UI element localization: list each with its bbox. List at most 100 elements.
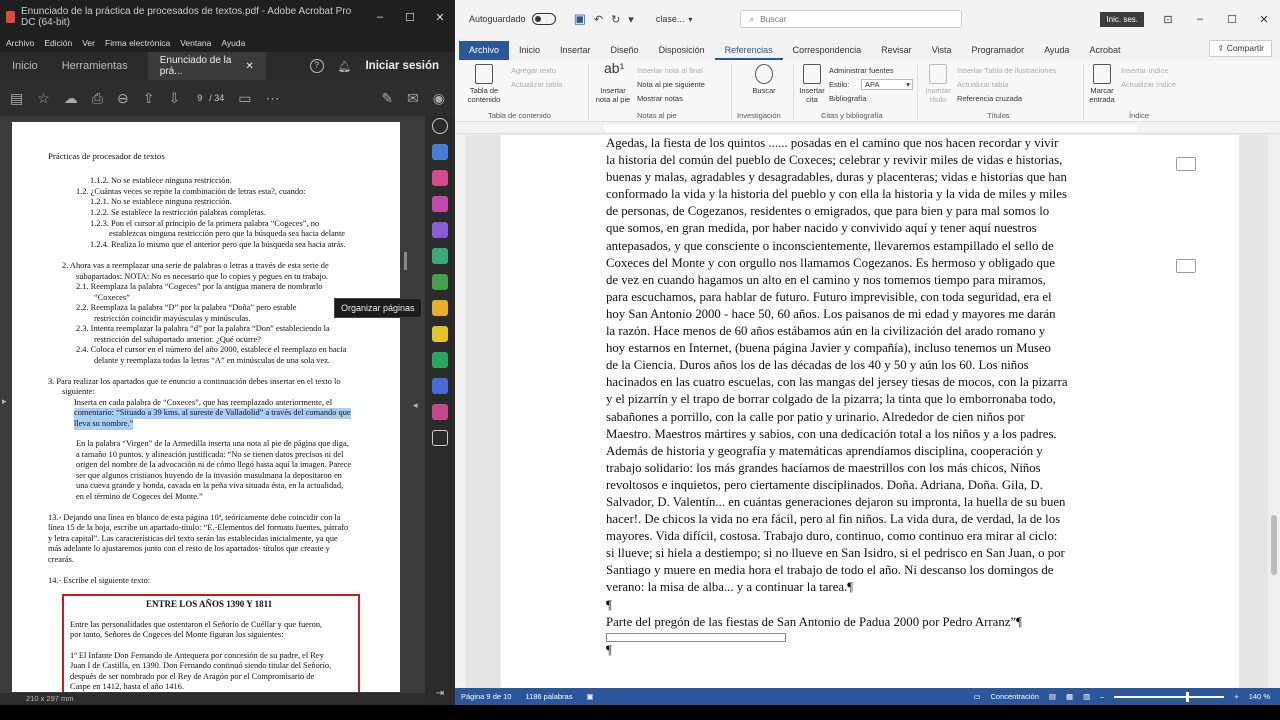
tab-correspondencia[interactable]: Correspondencia xyxy=(783,45,872,60)
tab-document[interactable]: Enunciado de la prá... ✕ xyxy=(147,52,266,80)
help-icon[interactable]: ? xyxy=(309,59,324,73)
tab-inicio[interactable]: Inicio xyxy=(509,45,550,60)
tab-referencias[interactable]: Referencias xyxy=(714,45,783,60)
tab-insertar[interactable]: Insertar xyxy=(550,45,601,60)
create-pdf-icon[interactable] xyxy=(432,170,448,186)
tab-revisar[interactable]: Revisar xyxy=(871,45,922,60)
combine-files-icon[interactable] xyxy=(432,300,448,316)
tools-settings-icon[interactable] xyxy=(432,430,448,446)
zoom-in-icon[interactable]: + xyxy=(1234,692,1238,701)
pdf-scroll-thumb[interactable] xyxy=(404,252,407,270)
tab-programador[interactable]: Programador xyxy=(962,45,1035,60)
manage-sources-button[interactable]: Administrar fuentes xyxy=(829,66,894,76)
proofing-icon[interactable]: ▣ xyxy=(586,692,593,701)
web-layout-icon[interactable]: ▥ xyxy=(1083,692,1090,701)
mark-entry-button[interactable]: Marcar entrada xyxy=(1087,64,1117,104)
ribbon-display-icon[interactable]: ⊡ xyxy=(1152,13,1184,26)
redo-icon[interactable]: ↻ xyxy=(611,13,620,26)
scan-icon[interactable] xyxy=(432,352,448,368)
next-footnote-button[interactable]: Nota al pie siguiente xyxy=(637,80,705,90)
insert-table-figures-button[interactable]: Insertar Tabla de ilustraciones xyxy=(957,66,1057,76)
upload-icon[interactable]: ☁ xyxy=(64,90,78,107)
page-current-input[interactable]: 9 xyxy=(194,92,205,104)
export-icon[interactable] xyxy=(432,248,448,264)
update-index-button[interactable]: Actualizar índice xyxy=(1121,80,1176,90)
comment-icon[interactable] xyxy=(1176,259,1196,273)
style-select[interactable]: APA ▾ xyxy=(861,79,913,90)
comment-icon[interactable] xyxy=(1176,157,1196,171)
comment-icon[interactable]: ▭ xyxy=(238,90,251,107)
page-down-icon[interactable]: ⇩ xyxy=(168,90,180,107)
focus-icon[interactable]: ▭ xyxy=(973,692,980,701)
tab-diseno[interactable]: Diseño xyxy=(601,45,649,60)
doc-name-dropdown-icon[interactable]: ▾ xyxy=(688,15,692,24)
fill-sign-icon[interactable] xyxy=(432,222,448,238)
add-text-button[interactable]: Agregar texto xyxy=(511,66,556,76)
tab-acrobat[interactable]: Acrobat xyxy=(1079,45,1130,60)
tab-disposicion[interactable]: Disposición xyxy=(649,45,715,60)
tab-inicio[interactable]: Inicio xyxy=(0,52,50,80)
account-icon[interactable]: ◉ xyxy=(433,90,455,107)
print-layout-icon[interactable]: ▦ xyxy=(1066,692,1073,701)
document-page[interactable]: Agedas, la fiesta de los quintos ...... … xyxy=(501,135,1239,688)
word-signin-button[interactable]: Inic. ses. xyxy=(1100,11,1144,27)
document-scrollbar[interactable] xyxy=(1268,135,1280,688)
export-pdf-icon[interactable] xyxy=(432,144,448,160)
zoom-icon[interactable]: ⊖ xyxy=(117,90,129,107)
toc-button[interactable]: Tabla de contenido xyxy=(463,64,505,104)
expand-left-icon[interactable]: ▸ xyxy=(2,396,7,407)
tab-archivo[interactable]: Archivo xyxy=(459,41,510,60)
maximize-icon[interactable]: ☐ xyxy=(395,11,425,24)
more-tools-icon[interactable] xyxy=(432,404,448,420)
tab-herramientas[interactable]: Herramientas xyxy=(50,52,140,80)
horizontal-ruler[interactable] xyxy=(455,122,1280,134)
star-icon[interactable]: ☆ xyxy=(37,90,50,107)
expand-right-panel-icon[interactable]: ⇥ xyxy=(436,688,444,699)
acrobat-signin-button[interactable]: Iniciar sesión xyxy=(365,60,439,72)
close-icon[interactable]: ✕ xyxy=(1248,13,1280,26)
scroll-thumb[interactable] xyxy=(1271,515,1277,575)
tab-ayuda[interactable]: Ayuda xyxy=(1034,45,1079,60)
update-table-button[interactable]: Actualizar tabla xyxy=(511,80,562,90)
edit-pdf-icon[interactable] xyxy=(432,196,448,212)
mail-icon[interactable]: ✉ xyxy=(407,90,419,107)
menu-ayuda[interactable]: Ayuda xyxy=(221,38,245,48)
maximize-icon[interactable]: ☐ xyxy=(1216,13,1248,26)
close-tab-icon[interactable]: ✕ xyxy=(245,61,253,72)
collapse-panel-icon[interactable]: ◂ xyxy=(413,400,418,411)
minimize-icon[interactable]: – xyxy=(1184,13,1216,26)
page-count[interactable]: Página 9 de 10 xyxy=(461,692,511,701)
sign-icon[interactable]: ✎ xyxy=(381,90,393,107)
customize-qat-icon[interactable]: ▾ xyxy=(628,13,634,26)
menu-ver[interactable]: Ver xyxy=(82,38,95,48)
save-icon[interactable]: ▤ xyxy=(10,90,23,107)
zoom-level[interactable]: 140 % xyxy=(1249,692,1270,701)
zoom-slider[interactable] xyxy=(1114,691,1225,702)
insert-citation-button[interactable]: Insertar cita xyxy=(797,64,827,104)
menu-edicion[interactable]: Edición xyxy=(44,38,72,48)
zoom-tool-icon[interactable] xyxy=(432,118,448,134)
show-notes-button[interactable]: Mostrar notas xyxy=(637,94,683,104)
document-name[interactable]: clase... xyxy=(656,14,685,24)
insert-index-button[interactable]: Insertar índice xyxy=(1121,66,1169,76)
autosave-toggle[interactable] xyxy=(531,13,556,25)
menu-firma[interactable]: Firma electrónica xyxy=(105,38,170,48)
read-mode-icon[interactable]: ▤ xyxy=(1049,692,1056,701)
print-icon[interactable]: ⎙ xyxy=(92,90,103,107)
close-icon[interactable]: ✕ xyxy=(425,11,455,24)
word-search-input[interactable]: ⌕ Buscar xyxy=(740,10,963,28)
bibliography-button[interactable]: Bibliografía xyxy=(829,94,867,104)
empty-table-row[interactable] xyxy=(606,632,786,642)
tab-vista[interactable]: Vista xyxy=(922,45,962,60)
insert-endnote-button[interactable]: Insertar nota al final xyxy=(637,66,703,76)
insert-footnote-button[interactable]: ab¹ Insertar nota al pie xyxy=(593,61,633,104)
word-count[interactable]: 1186 palabras xyxy=(525,692,572,701)
insert-caption-button[interactable]: Insertar título xyxy=(925,64,951,104)
menu-ventana[interactable]: Ventana xyxy=(180,38,211,48)
focus-mode[interactable]: Concentración xyxy=(991,692,1039,701)
document-area[interactable]: Agedas, la fiesta de los quintos ...... … xyxy=(455,135,1280,688)
zoom-out-icon[interactable]: – xyxy=(1100,692,1104,701)
bell-icon[interactable]: 🔔︎ xyxy=(338,60,352,73)
comment-tool-icon[interactable] xyxy=(432,326,448,342)
cross-reference-button[interactable]: Referencia cruzada xyxy=(957,94,1022,104)
